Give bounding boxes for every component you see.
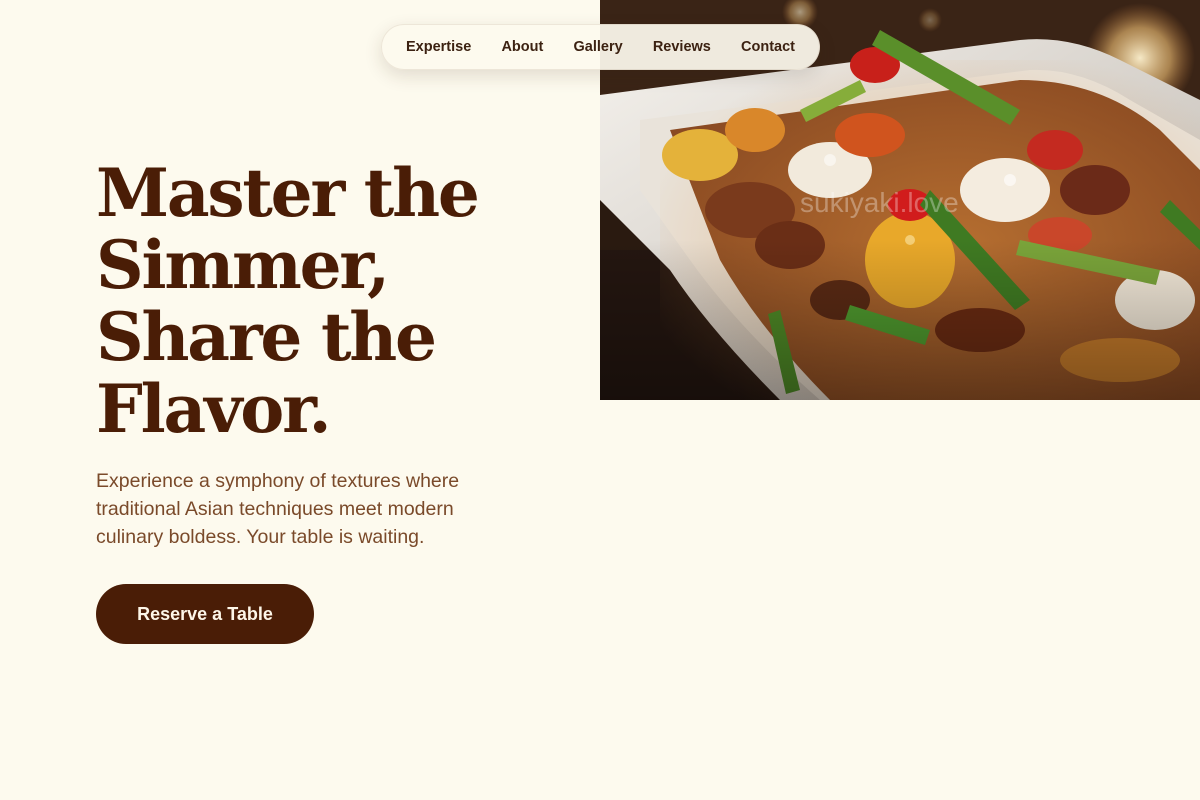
reserve-table-button[interactable]: Reserve a Table xyxy=(96,584,314,644)
main-nav: Expertise About Gallery Reviews Contact xyxy=(381,24,820,70)
nav-link-about[interactable]: About xyxy=(501,39,543,55)
nav-link-expertise[interactable]: Expertise xyxy=(406,39,471,55)
image-watermark: sukiyaki.love xyxy=(800,187,959,218)
hero-subtitle: Experience a symphony of textures where … xyxy=(96,470,460,548)
nav-link-reviews[interactable]: Reviews xyxy=(653,39,711,55)
hero-title: Master the Simmer, Share the Flavor. xyxy=(96,154,480,448)
nav-link-contact[interactable]: Contact xyxy=(741,39,795,55)
nav-link-gallery[interactable]: Gallery xyxy=(573,39,622,55)
